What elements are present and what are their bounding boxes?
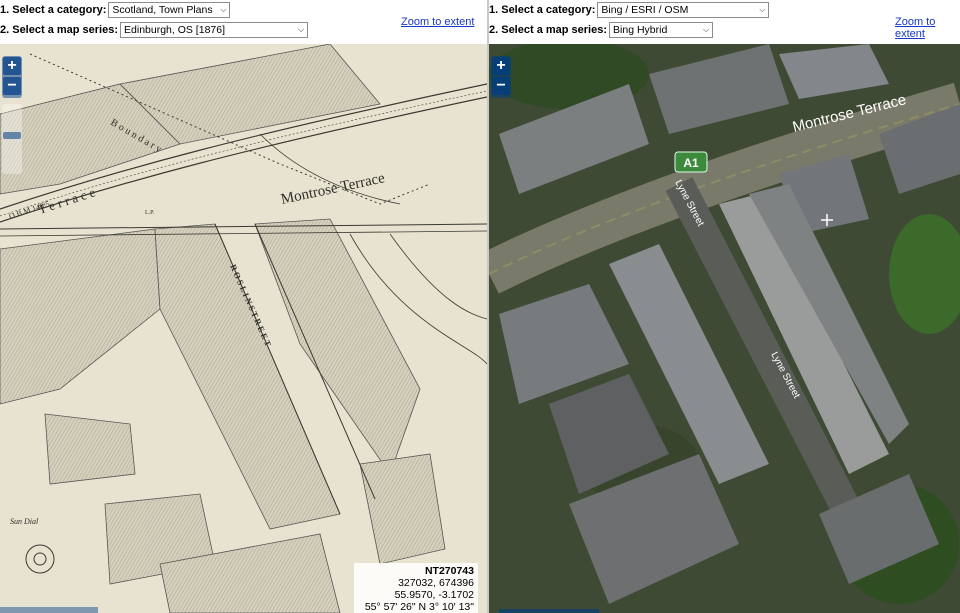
chevron-down-icon: ⌵	[220, 5, 227, 14]
left-map-panel: 1. Select a category: Scotland, Town Pla…	[0, 0, 487, 613]
map-label-sun-dial: Sun Dial	[10, 517, 39, 526]
right-series-row: 2. Select a map series: Bing Hybrid ⌵	[489, 21, 714, 39]
historic-os-map[interactable]: Montrose Terrace R O S L I N S T R E E T…	[0, 44, 487, 613]
right-controls: 1. Select a category: Bing / ESRI / OSM …	[489, 0, 960, 44]
left-zoom-in-button[interactable]: +	[3, 57, 21, 75]
lat-lon-decimal: 55.9570, -3.1702	[394, 589, 474, 601]
left-zoom-to-extent-link[interactable]: Zoom to extent	[401, 16, 474, 28]
right-category-value: Bing / ESRI / OSM	[601, 4, 689, 16]
coordinate-readout: NT270743 327032, 674396 55.9570, -3.1702…	[354, 563, 478, 613]
left-controls: 1. Select a category: Scotland, Town Pla…	[0, 0, 487, 44]
chevron-down-icon: ⌵	[297, 25, 305, 34]
right-zoom-in-button[interactable]: +	[492, 57, 510, 75]
road-shield-label: A1	[683, 156, 699, 170]
left-category-row: 1. Select a category: Scotland, Town Pla…	[0, 1, 231, 19]
right-category-select[interactable]: Bing / ESRI / OSM ⌵	[597, 2, 770, 18]
left-series-label: 2. Select a map series:	[0, 24, 119, 36]
lat-lon-dms: 55° 57' 26" N 3° 10' 13" W	[364, 601, 474, 613]
left-category-label: 1. Select a category:	[0, 4, 107, 16]
left-opacity-slider[interactable]	[2, 104, 22, 174]
left-zoom-control: + −	[2, 56, 22, 98]
historic-map-canvas: Montrose Terrace R O S L I N S T R E E T…	[0, 44, 487, 613]
map-label-lp: L.P.	[145, 210, 155, 216]
chevron-down-icon: ⌵	[702, 25, 710, 34]
right-series-value: Bing Hybrid	[613, 24, 668, 36]
chevron-down-icon: ⌵	[759, 5, 766, 14]
left-series-row: 2. Select a map series: Edinburgh, OS [1…	[0, 21, 309, 39]
aerial-map-canvas: Montrose Terrace Lyne Street Lyne Street…	[489, 44, 960, 613]
right-map-panel: 1. Select a category: Bing / ESRI / OSM …	[489, 0, 960, 613]
right-series-label: 2. Select a map series:	[489, 24, 608, 36]
easting-northing: 327032, 674396	[398, 577, 474, 589]
left-zoom-out-button[interactable]: −	[3, 77, 21, 95]
road-shield-a1: A1	[674, 151, 708, 173]
left-category-value: Scotland, Town Plans	[112, 4, 213, 16]
right-zoom-to-extent-link[interactable]: Zoom to extent	[895, 16, 960, 40]
right-category-row: 1. Select a category: Bing / ESRI / OSM …	[489, 1, 770, 19]
grid-reference: NT270743	[424, 565, 474, 577]
right-series-select[interactable]: Bing Hybrid ⌵	[609, 22, 714, 38]
left-series-value: Edinburgh, OS [1876]	[124, 24, 226, 36]
right-category-label: 1. Select a category:	[489, 4, 596, 16]
right-scale-bar	[499, 609, 599, 613]
left-slider-thumb[interactable]	[3, 132, 21, 139]
right-zoom-out-button[interactable]: −	[492, 77, 510, 95]
right-zoom-control: + −	[491, 56, 511, 98]
left-series-select[interactable]: Edinburgh, OS [1876] ⌵	[120, 22, 309, 38]
left-scale-bar	[0, 607, 98, 613]
left-category-select[interactable]: Scotland, Town Plans ⌵	[108, 2, 231, 18]
aerial-map[interactable]: Montrose Terrace Lyne Street Lyne Street…	[489, 44, 960, 613]
